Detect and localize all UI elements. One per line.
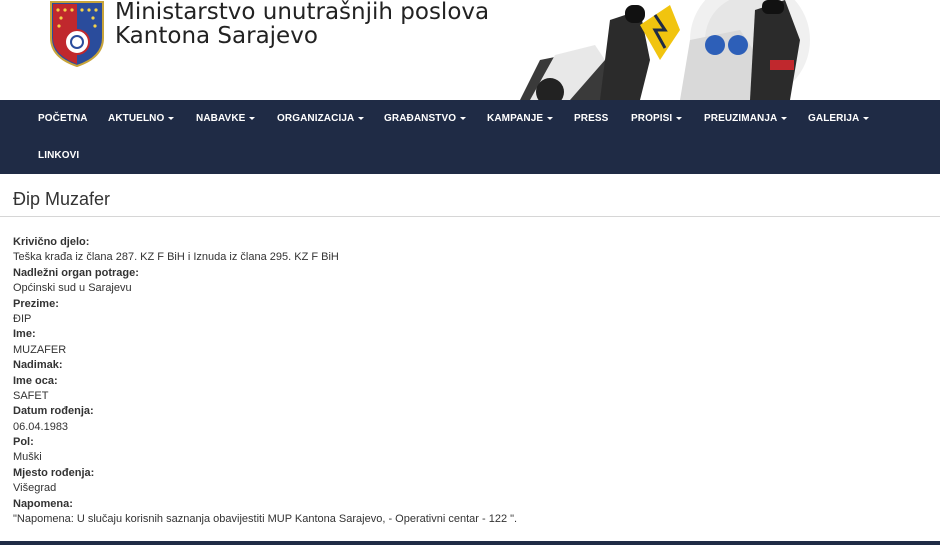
nav-item-nabavke[interactable]: NABAVKE: [196, 113, 256, 124]
field-label-place-of-birth: Mjesto rođenja:: [13, 466, 95, 479]
field-label-fathers-name: Ime oca:: [13, 374, 58, 387]
site-title-line2: Kantona Sarajevo: [115, 23, 318, 49]
field-label-note: Napomena:: [13, 497, 73, 510]
caret-down-icon: [863, 116, 870, 120]
nav-item-preuzimanja[interactable]: PREUZIMANJA: [704, 113, 788, 124]
field-value-fathers-name: SAFET: [13, 389, 49, 402]
nav-item-galerija[interactable]: GALERIJA: [808, 113, 870, 124]
nav-item-label: LINKOVI: [38, 150, 80, 161]
nav-item-aktuelno[interactable]: AKTUELNO: [108, 113, 175, 124]
field-label-nickname: Nadimak:: [13, 359, 63, 372]
nav-item-label: GRAĐANSTVO: [384, 113, 457, 124]
field-value-surname: ĐIP: [13, 312, 32, 325]
nav-item-label: ORGANIZACIJA: [277, 113, 355, 124]
site-header: Ministarstvo unutrašnjih poslova Kantona…: [0, 0, 940, 100]
field-label-date-of-birth: Datum rođenja:: [13, 405, 94, 418]
caret-down-icon: [249, 116, 256, 120]
page-title: Đip Muzafer: [13, 189, 111, 209]
nav-item-label: POČETNA: [38, 113, 88, 124]
nav-item-organizacija[interactable]: ORGANIZACIJA: [277, 113, 365, 124]
field-label-surname: Prezime:: [13, 297, 59, 310]
nav-item-gradjanstvo[interactable]: GRAĐANSTVO: [384, 113, 467, 124]
caret-down-icon: [168, 116, 175, 120]
footer-bar: [0, 541, 940, 545]
nav-item-propisi[interactable]: PROPISI: [631, 113, 683, 124]
field-label-gender: Pol:: [13, 436, 34, 449]
caret-down-icon: [460, 116, 467, 120]
field-value-note: "Napomena: U slučaju korisnih saznanja o…: [13, 513, 518, 526]
nav-item-label: PROPISI: [631, 113, 673, 124]
main-navbar: POČETNA AKTUELNO NABAVKE ORGANIZACIJA GR…: [0, 100, 940, 174]
caret-down-icon: [781, 116, 788, 120]
coat-of-arms-logo[interactable]: [49, 0, 105, 68]
caret-down-icon: [676, 116, 683, 120]
site-title-line1: Ministarstvo unutrašnjih poslova: [115, 0, 490, 25]
nav-item-label: GALERIJA: [808, 113, 860, 124]
field-label-authority: Nadležni organ potrage:: [13, 266, 139, 279]
title-divider: [0, 216, 940, 217]
nav-item-label: KAMPANJE: [487, 113, 544, 124]
nav-item-linkovi[interactable]: LINKOVI: [38, 150, 79, 161]
caret-down-icon: [547, 116, 554, 120]
nav-item-press[interactable]: PRESS: [574, 113, 608, 124]
site-title[interactable]: Ministarstvo unutrašnjih poslova Kantona…: [115, 0, 489, 48]
field-value-date-of-birth: 06.04.1983: [13, 420, 69, 433]
nav-item-label: NABAVKE: [196, 113, 246, 124]
caret-down-icon: [358, 116, 365, 120]
field-value-first-name: MUZAFER: [13, 343, 67, 356]
field-value-gender: Muški: [13, 451, 42, 464]
field-value-authority: Općinski sud u Sarajevu: [13, 282, 132, 295]
field-value-place-of-birth: Višegrad: [13, 482, 57, 495]
field-label-first-name: Ime:: [13, 328, 36, 341]
field-value-criminal-offense: Teška krađa iz člana 287. KZ F BiH i Izn…: [13, 251, 339, 264]
nav-item-kampanje[interactable]: KAMPANJE: [487, 113, 554, 124]
nav-item-label: PREUZIMANJA: [704, 113, 778, 124]
nav-item-label: AKTUELNO: [108, 113, 165, 124]
nav-item-pocetna[interactable]: POČETNA: [38, 113, 88, 124]
wanted-person-details: Krivično djelo: Teška krađa iz člana 287…: [13, 235, 913, 527]
field-label-criminal-offense: Krivično djelo:: [13, 236, 90, 248]
nav-item-label: PRESS: [574, 113, 609, 124]
police-motorcycles-banner-image: [500, 0, 840, 100]
